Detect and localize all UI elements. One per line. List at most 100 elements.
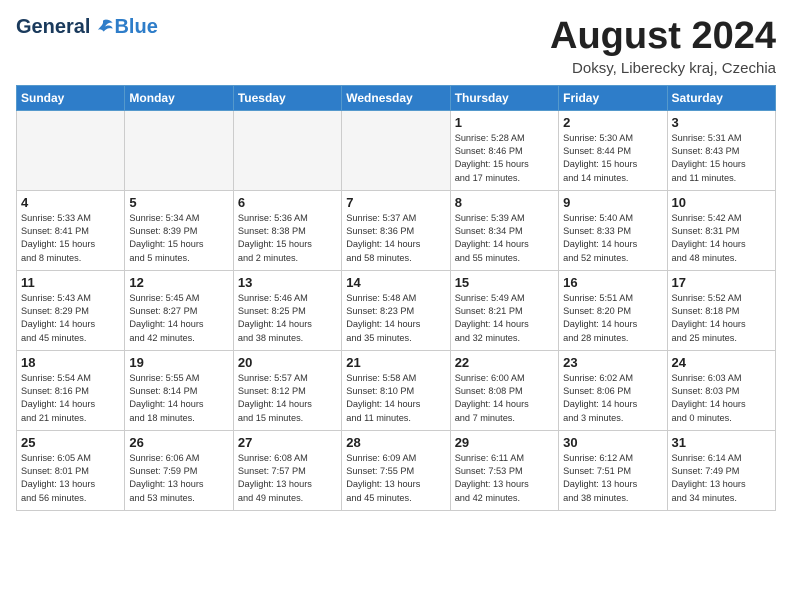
day-number: 19: [129, 355, 228, 370]
day-info: Sunrise: 6:12 AMSunset: 7:51 PMDaylight:…: [563, 452, 662, 505]
weekday-header-sunday: Sunday: [17, 85, 125, 110]
day-info: Sunrise: 5:45 AMSunset: 8:27 PMDaylight:…: [129, 292, 228, 345]
day-number: 9: [563, 195, 662, 210]
day-info: Sunrise: 6:09 AMSunset: 7:55 PMDaylight:…: [346, 452, 445, 505]
day-info: Sunrise: 5:36 AMSunset: 8:38 PMDaylight:…: [238, 212, 337, 265]
calendar-cell: 20 Sunrise: 5:57 AMSunset: 8:12 PMDayligh…: [233, 350, 341, 430]
calendar-cell: 17Sunrise: 5:52 AMSunset: 8:18 PMDayligh…: [667, 270, 775, 350]
day-number: 5: [129, 195, 228, 210]
title-section: August 2024 Doksy, Liberecky kraj, Czech…: [550, 16, 776, 77]
day-info: Sunrise: 5:52 AMSunset: 8:18 PMDaylight:…: [672, 292, 771, 345]
day-number: 15: [455, 275, 554, 290]
calendar-cell: 16Sunrise: 5:51 AMSunset: 8:20 PMDayligh…: [559, 270, 667, 350]
calendar-cell: 11Sunrise: 5:43 AMSunset: 8:29 PMDayligh…: [17, 270, 125, 350]
day-info: Sunrise: 5:31 AMSunset: 8:43 PMDaylight:…: [672, 132, 771, 185]
day-info: Sunrise: 5:34 AMSunset: 8:39 PMDaylight:…: [129, 212, 228, 265]
week-row-1: 4 Sunrise: 5:33 AMSunset: 8:41 PMDaylight…: [17, 190, 776, 270]
calendar-cell: 8 Sunrise: 5:39 AMSunset: 8:34 PMDaylight…: [450, 190, 558, 270]
calendar-cell: 5 Sunrise: 5:34 AMSunset: 8:39 PMDaylight…: [125, 190, 233, 270]
calendar-cell: 24 Sunrise: 6:03 AMSunset: 8:03 PMDayligh…: [667, 350, 775, 430]
calendar-cell: 14 Sunrise: 5:48 AMSunset: 8:23 PMDayligh…: [342, 270, 450, 350]
calendar-cell: [125, 110, 233, 190]
day-number: 10: [672, 195, 771, 210]
calendar-cell: 21 Sunrise: 5:58 AMSunset: 8:10 PMDayligh…: [342, 350, 450, 430]
day-info: Sunrise: 5:48 AMSunset: 8:23 PMDaylight:…: [346, 292, 445, 345]
day-number: 7: [346, 195, 445, 210]
logo-bird-icon: [92, 17, 114, 39]
calendar-cell: [233, 110, 341, 190]
day-number: 31: [672, 435, 771, 450]
calendar-table: SundayMondayTuesdayWednesdayThursdayFrid…: [16, 85, 776, 511]
weekday-header-saturday: Saturday: [667, 85, 775, 110]
calendar-cell: 30Sunrise: 6:12 AMSunset: 7:51 PMDayligh…: [559, 430, 667, 510]
day-number: 8: [455, 195, 554, 210]
logo: General Blue: [16, 16, 158, 39]
weekday-header-friday: Friday: [559, 85, 667, 110]
day-number: 26: [129, 435, 228, 450]
logo-general-text: General: [16, 16, 90, 39]
day-number: 28: [346, 435, 445, 450]
day-number: 24: [672, 355, 771, 370]
day-number: 20: [238, 355, 337, 370]
calendar-cell: 18Sunrise: 5:54 AMSunset: 8:16 PMDayligh…: [17, 350, 125, 430]
day-info: Sunrise: 5:51 AMSunset: 8:20 PMDaylight:…: [563, 292, 662, 345]
calendar-cell: 6Sunrise: 5:36 AMSunset: 8:38 PMDaylight…: [233, 190, 341, 270]
calendar-cell: 25 Sunrise: 6:05 AMSunset: 8:01 PMDayligh…: [17, 430, 125, 510]
day-info: Sunrise: 5:40 AMSunset: 8:33 PMDaylight:…: [563, 212, 662, 265]
calendar-cell: 31 Sunrise: 6:14 AMSunset: 7:49 PMDayligh…: [667, 430, 775, 510]
day-info: Sunrise: 5:55 AMSunset: 8:14 PMDaylight:…: [129, 372, 228, 425]
day-info: Sunrise: 5:49 AMSunset: 8:21 PMDaylight:…: [455, 292, 554, 345]
calendar-subtitle: Doksy, Liberecky kraj, Czechia: [550, 60, 776, 77]
day-info: Sunrise: 6:14 AMSunset: 7:49 PMDaylight:…: [672, 452, 771, 505]
day-number: 13: [238, 275, 337, 290]
day-info: Sunrise: 5:30 AMSunset: 8:44 PMDaylight:…: [563, 132, 662, 185]
day-info: Sunrise: 6:05 AMSunset: 8:01 PMDaylight:…: [21, 452, 120, 505]
calendar-cell: 10 Sunrise: 5:42 AMSunset: 8:31 PMDayligh…: [667, 190, 775, 270]
day-number: 29: [455, 435, 554, 450]
day-info: Sunrise: 5:39 AMSunset: 8:34 PMDaylight:…: [455, 212, 554, 265]
logo-blue-text: Blue: [114, 16, 157, 39]
calendar-cell: 26Sunrise: 6:06 AMSunset: 7:59 PMDayligh…: [125, 430, 233, 510]
day-info: Sunrise: 5:57 AMSunset: 8:12 PMDaylight:…: [238, 372, 337, 425]
day-number: 1: [455, 115, 554, 130]
day-number: 14: [346, 275, 445, 290]
day-number: 2: [563, 115, 662, 130]
calendar-cell: 2 Sunrise: 5:30 AMSunset: 8:44 PMDaylight…: [559, 110, 667, 190]
calendar-cell: [342, 110, 450, 190]
week-row-4: 25 Sunrise: 6:05 AMSunset: 8:01 PMDayligh…: [17, 430, 776, 510]
weekday-header-wednesday: Wednesday: [342, 85, 450, 110]
day-number: 12: [129, 275, 228, 290]
week-row-3: 18Sunrise: 5:54 AMSunset: 8:16 PMDayligh…: [17, 350, 776, 430]
calendar-cell: 3 Sunrise: 5:31 AMSunset: 8:43 PMDaylight…: [667, 110, 775, 190]
weekday-header-row: SundayMondayTuesdayWednesdayThursdayFrid…: [17, 85, 776, 110]
day-number: 4: [21, 195, 120, 210]
calendar-cell: 29 Sunrise: 6:11 AMSunset: 7:53 PMDayligh…: [450, 430, 558, 510]
day-info: Sunrise: 6:11 AMSunset: 7:53 PMDaylight:…: [455, 452, 554, 505]
calendar-cell: 7 Sunrise: 5:37 AMSunset: 8:36 PMDaylight…: [342, 190, 450, 270]
day-number: 25: [21, 435, 120, 450]
day-info: Sunrise: 6:02 AMSunset: 8:06 PMDaylight:…: [563, 372, 662, 425]
day-info: Sunrise: 5:28 AMSunset: 8:46 PMDaylight:…: [455, 132, 554, 185]
calendar-cell: [17, 110, 125, 190]
day-info: Sunrise: 6:08 AMSunset: 7:57 PMDaylight:…: [238, 452, 337, 505]
day-info: Sunrise: 5:37 AMSunset: 8:36 PMDaylight:…: [346, 212, 445, 265]
day-info: Sunrise: 5:33 AMSunset: 8:41 PMDaylight:…: [21, 212, 120, 265]
calendar-cell: 9 Sunrise: 5:40 AMSunset: 8:33 PMDaylight…: [559, 190, 667, 270]
weekday-header-tuesday: Tuesday: [233, 85, 341, 110]
calendar-cell: 28 Sunrise: 6:09 AMSunset: 7:55 PMDayligh…: [342, 430, 450, 510]
calendar-body: 1 Sunrise: 5:28 AMSunset: 8:46 PMDaylight…: [17, 110, 776, 510]
day-number: 3: [672, 115, 771, 130]
day-number: 21: [346, 355, 445, 370]
day-info: Sunrise: 5:58 AMSunset: 8:10 PMDaylight:…: [346, 372, 445, 425]
day-info: Sunrise: 5:42 AMSunset: 8:31 PMDaylight:…: [672, 212, 771, 265]
day-number: 11: [21, 275, 120, 290]
day-number: 22: [455, 355, 554, 370]
page-header: General Blue August 2024 Doksy, Libereck…: [16, 16, 776, 77]
day-info: Sunrise: 5:46 AMSunset: 8:25 PMDaylight:…: [238, 292, 337, 345]
calendar-cell: 15 Sunrise: 5:49 AMSunset: 8:21 PMDayligh…: [450, 270, 558, 350]
calendar-cell: 4 Sunrise: 5:33 AMSunset: 8:41 PMDaylight…: [17, 190, 125, 270]
calendar-cell: 23Sunrise: 6:02 AMSunset: 8:06 PMDayligh…: [559, 350, 667, 430]
weekday-header-thursday: Thursday: [450, 85, 558, 110]
day-info: Sunrise: 6:03 AMSunset: 8:03 PMDaylight:…: [672, 372, 771, 425]
calendar-cell: 1 Sunrise: 5:28 AMSunset: 8:46 PMDaylight…: [450, 110, 558, 190]
